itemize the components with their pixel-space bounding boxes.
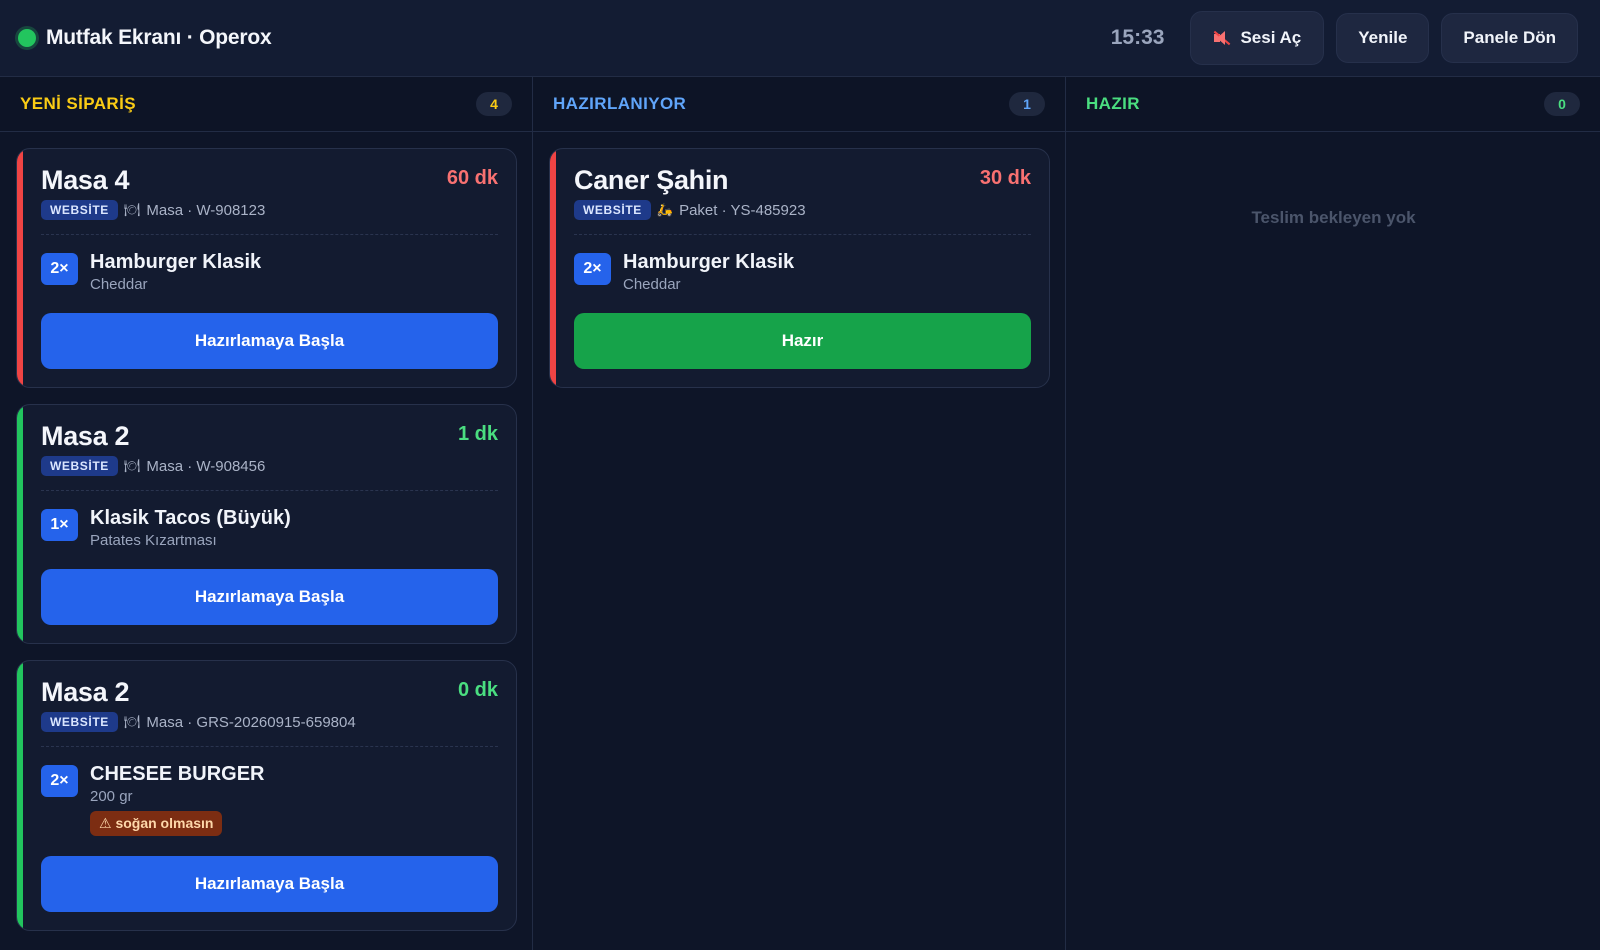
source-badge: WEBSİTE [574, 200, 651, 220]
divider [41, 234, 498, 235]
source-badge: WEBSİTE [41, 456, 118, 476]
order-type-id: Paket · YS-485923 [679, 201, 806, 219]
item-modifier: 200 gr [90, 788, 133, 805]
order-type-id: Masa · GRS-20260915-659804 [146, 713, 356, 731]
top-bar: Mutfak Ekranı · Operox 15:33 Sesi Aç Yen… [0, 0, 1600, 77]
order-title: Masa 2 [41, 677, 130, 707]
item-name: CHESEE BURGER [90, 763, 265, 785]
order-card: Masa 2 1 dk WEBSİTE 🍽 Masa · W-908456 1×… [16, 404, 517, 644]
column-header: HAZIR 0 [1066, 77, 1600, 132]
column-1: HAZIRLANIYOR 1 Caner Şahin 30 dk WEBSİTE … [533, 77, 1066, 950]
quantity-badge: 2× [574, 253, 611, 285]
elapsed-time: 30 dk [979, 167, 1031, 189]
quantity-badge: 2× [41, 765, 78, 797]
order-title: Caner Şahin [574, 165, 729, 195]
elapsed-time: 1 dk [457, 423, 498, 445]
plate-icon: 🍽 [123, 458, 141, 473]
elapsed-time: 60 dk [446, 167, 498, 189]
order-meta: WEBSİTE 🍽 Masa · GRS-20260915-659804 [41, 712, 498, 732]
start-preparing-button[interactable]: Hazırlamaya Başla [41, 569, 498, 625]
column-count-badge: 4 [476, 92, 512, 116]
divider [574, 234, 1031, 235]
plate-icon: 🍽 [123, 714, 141, 729]
order-title: Masa 2 [41, 421, 130, 451]
back-to-panel-button[interactable]: Panele Dön [1441, 13, 1578, 63]
column-header: HAZIRLANIYOR 1 [533, 77, 1065, 132]
item-name: Hamburger Klasik [90, 251, 262, 273]
order-type-id: Masa · W-908456 [146, 457, 266, 475]
order-item: 2× Hamburger Klasik Cheddar [574, 251, 1031, 293]
item-modifier: Cheddar [623, 276, 681, 293]
quantity-badge: 2× [41, 253, 78, 285]
column-count-badge: 1 [1009, 92, 1045, 116]
column-title: HAZIRLANIYOR [553, 94, 687, 113]
mark-ready-button[interactable]: Hazır [574, 313, 1031, 369]
column-2: HAZIR 0 Teslim bekleyen yok [1066, 77, 1600, 950]
divider [41, 746, 498, 747]
start-preparing-button[interactable]: Hazırlamaya Başla [41, 856, 498, 912]
plate-icon: 🍽 [123, 202, 141, 217]
column-title: HAZIR [1086, 94, 1140, 113]
clock: 15:33 [1110, 26, 1165, 49]
page-title: Mutfak Ekranı · Operox [46, 26, 272, 49]
start-preparing-button[interactable]: Hazırlamaya Başla [41, 313, 498, 369]
order-title: Masa 4 [41, 165, 130, 195]
source-badge: WEBSİTE [41, 712, 118, 732]
elapsed-time: 0 dk [457, 679, 498, 701]
item-name: Hamburger Klasik [623, 251, 795, 273]
empty-state-text: Teslim bekleyen yok [1251, 208, 1416, 227]
muted-speaker-icon [1213, 30, 1231, 46]
order-card: Masa 4 60 dk WEBSİTE 🍽 Masa · W-908123 2… [16, 148, 517, 388]
item-modifier: Cheddar [90, 276, 148, 293]
quantity-badge: 1× [41, 509, 78, 541]
divider [41, 490, 498, 491]
order-card: Caner Şahin 30 dk WEBSİTE 🛵 Paket · YS-4… [549, 148, 1050, 388]
column-0: YENİ SİPARİŞ 4 Masa 4 60 dk WEBSİTE 🍽 Mas… [0, 77, 533, 950]
order-meta: WEBSİTE 🍽 Masa · W-908123 [41, 200, 498, 220]
item-name: Klasik Tacos (Büyük) [90, 507, 291, 529]
status-dot-icon [18, 29, 36, 47]
order-item: 2× CHESEE BURGER 200 gr ⚠ soğan olmasın [41, 763, 498, 836]
scooter-icon: 🛵 [656, 202, 674, 217]
column-body: Caner Şahin 30 dk WEBSİTE 🛵 Paket · YS-4… [533, 132, 1065, 388]
column-count-badge: 0 [1544, 92, 1580, 116]
order-item: 2× Hamburger Klasik Cheddar [41, 251, 498, 293]
column-header: YENİ SİPARİŞ 4 [0, 77, 532, 132]
item-note-warning: ⚠ soğan olmasın [90, 811, 223, 836]
column-body: Masa 4 60 dk WEBSİTE 🍽 Masa · W-908123 2… [0, 132, 532, 931]
refresh-button[interactable]: Yenile [1336, 13, 1430, 63]
column-title: YENİ SİPARİŞ [20, 94, 136, 113]
kitchen-board: YENİ SİPARİŞ 4 Masa 4 60 dk WEBSİTE 🍽 Mas… [0, 77, 1600, 950]
source-badge: WEBSİTE [41, 200, 118, 220]
column-body: Teslim bekleyen yok [1066, 132, 1600, 228]
sound-toggle-label: Sesi Aç [1240, 28, 1302, 47]
order-item: 1× Klasik Tacos (Büyük) Patates Kızartma… [41, 507, 498, 549]
order-card: Masa 2 0 dk WEBSİTE 🍽 Masa · GRS-2026091… [16, 660, 517, 931]
order-meta: WEBSİTE 🍽 Masa · W-908456 [41, 456, 498, 476]
order-meta: WEBSİTE 🛵 Paket · YS-485923 [574, 200, 1031, 220]
sound-toggle-button[interactable]: Sesi Aç [1190, 11, 1325, 65]
order-type-id: Masa · W-908123 [146, 201, 266, 219]
item-modifier: Patates Kızartması [90, 532, 217, 549]
